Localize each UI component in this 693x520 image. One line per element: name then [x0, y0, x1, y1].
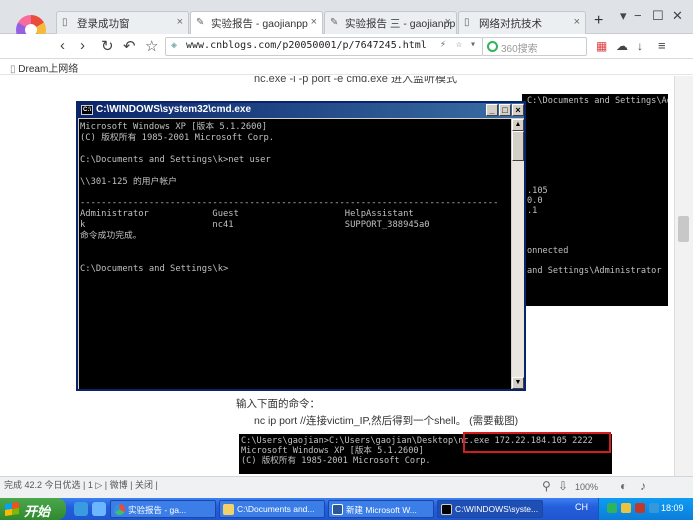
clock[interactable]: 18:09: [661, 503, 684, 513]
tab-report[interactable]: ✎ 实验报告 - gaojianpp ×: [190, 11, 323, 35]
page-icon: ▯: [464, 17, 470, 28]
bookmark-item[interactable]: Dream上网络: [18, 64, 78, 75]
close-icon[interactable]: ×: [574, 16, 580, 28]
tab-report-3[interactable]: ✎ 实验报告 三 - gaojianpp ×: [324, 11, 457, 34]
cmd-console-output[interactable]: Microsoft Windows XP [版本 5.1.2600] (C) 版…: [79, 119, 511, 389]
windows-logo-icon: [5, 502, 19, 516]
close-window-icon[interactable]: ✕: [672, 8, 683, 24]
menu-icon[interactable]: ▾: [620, 8, 627, 24]
system-tray: 18:09: [598, 498, 693, 520]
windows-taskbar: 开始 实验报告 - ga... C:\Documents and... 新建 M…: [0, 498, 693, 520]
minimize-icon[interactable]: −: [634, 8, 642, 23]
blog-icon: ✎: [330, 17, 339, 28]
tab-network[interactable]: ▯ 网络对抗技术 ×: [458, 11, 586, 34]
pin-icon[interactable]: ⚲: [542, 479, 551, 493]
search-placeholder: 360搜索: [501, 44, 538, 55]
language-indicator[interactable]: CH: [575, 502, 588, 512]
close-icon[interactable]: ×: [311, 16, 317, 28]
url-text: www.cnblogs.com/p20050001/p/7647245.html: [186, 40, 427, 51]
folder-icon: [223, 504, 234, 515]
new-tab-icon[interactable]: +: [594, 12, 603, 30]
zoom-level[interactable]: 100%: [575, 482, 598, 492]
network-tray-icon[interactable]: [607, 503, 617, 513]
star-icon[interactable]: ☆: [145, 37, 158, 55]
taskbar-button-folder[interactable]: C:\Documents and...: [219, 500, 325, 518]
sound-icon[interactable]: ◐: [620, 479, 627, 493]
search-engine-icon: [487, 41, 498, 52]
instruction-heading: 输入下面的命令：: [236, 398, 320, 410]
volume-tray-icon[interactable]: [649, 503, 659, 513]
maximize-icon[interactable]: ☐: [652, 8, 664, 24]
start-button[interactable]: 开始: [0, 498, 66, 520]
forward-icon[interactable]: ›: [80, 37, 85, 54]
apps-icon[interactable]: ▦: [596, 39, 607, 53]
taskbar-button-browser[interactable]: 实验报告 - ga...: [110, 500, 216, 518]
browser-taskbar-icon: [114, 504, 125, 515]
hamburger-menu-icon[interactable]: ≡: [658, 38, 666, 53]
taskbar-button-word[interactable]: 新建 Microsoft W...: [328, 500, 434, 518]
lightning-icon[interactable]: ⚡: [440, 39, 446, 50]
cmd-title-bar[interactable]: C:\ C:\WINDOWS\system32\cmd.exe _ □ ×: [78, 103, 524, 118]
cmd-scrollbar[interactable]: ▲ ▼: [512, 119, 524, 389]
close-icon[interactable]: ×: [177, 16, 183, 28]
download-status-icon[interactable]: ⇩: [558, 479, 568, 493]
shield-icon: ◈: [171, 40, 178, 51]
reload-icon[interactable]: ↻: [101, 37, 114, 55]
terminal-screenshot-top: C:\Documents and Settings\Administrator>…: [522, 94, 668, 306]
cmd-scroll-thumb[interactable]: [512, 131, 524, 161]
cmd-window[interactable]: C:\ C:\WINDOWS\system32\cmd.exe _ □ × Mi…: [76, 101, 526, 391]
taskbar-label: C:\Documents and...: [237, 504, 315, 514]
scrollbar-thumb[interactable]: [678, 216, 689, 242]
undo-icon[interactable]: ↶: [123, 37, 136, 55]
taskbar-button-cmd[interactable]: C:\WINDOWS\syste...: [437, 500, 543, 518]
blog-icon: ✎: [196, 17, 205, 28]
back-icon[interactable]: ‹: [60, 37, 65, 54]
speaker-icon[interactable]: ♪: [640, 479, 646, 493]
word-icon: [332, 504, 343, 515]
dropdown-icon[interactable]: ▾: [470, 39, 476, 50]
close-icon[interactable]: ×: [445, 16, 451, 28]
cmd-taskbar-icon: [441, 504, 452, 515]
page-icon: ▯: [62, 17, 68, 28]
search-input[interactable]: 360搜索: [482, 37, 587, 56]
ie-quicklaunch-icon[interactable]: [74, 502, 88, 516]
scroll-up-icon[interactable]: ▲: [512, 119, 524, 131]
page-scrollbar[interactable]: [674, 76, 693, 476]
close-button[interactable]: ×: [512, 104, 524, 116]
minimize-button[interactable]: _: [486, 104, 498, 116]
bookmark-bar: ▯ Dream上网络: [0, 59, 693, 75]
red-highlight-box: [463, 432, 611, 453]
bookmark-star-icon[interactable]: ☆: [456, 39, 462, 50]
antivirus-tray-icon[interactable]: [635, 503, 645, 513]
browser-status-bar: 完成 42.2 今日优选 | 1 ▷ | 微博 | 关闭 | ⚲ ⇩ 100% …: [0, 476, 693, 498]
taskbar-label: 新建 Microsoft W...: [346, 505, 417, 515]
download-icon[interactable]: ↓: [637, 39, 643, 53]
taskbar-label: C:\WINDOWS\syste...: [455, 504, 539, 514]
cmd-title: C:\WINDOWS\system32\cmd.exe: [96, 104, 252, 115]
desktop-quicklaunch-icon[interactable]: [92, 502, 106, 516]
instruction-connect: nc ip port //连接victim_IP,然后得到一个shell。 (需…: [254, 415, 519, 427]
security-tray-icon[interactable]: [621, 503, 631, 513]
tab-label: 登录成功窗: [77, 18, 130, 30]
status-left-text: 完成 42.2 今日优选 | 1 ▷ | 微博 | 关闭 |: [4, 480, 158, 490]
tab-label: 实验报告 - gaojianpp: [211, 18, 308, 30]
tab-login-success[interactable]: ▯ 登录成功窗 ×: [56, 11, 189, 34]
maximize-button[interactable]: □: [499, 104, 511, 116]
address-bar[interactable]: ◈ www.cnblogs.com/p20050001/p/7647245.ht…: [165, 37, 483, 56]
start-label: 开始: [24, 504, 51, 519]
tab-label: 网络对抗技术: [479, 18, 542, 30]
navigation-bar: ‹ › ↻ ↶ ☆ ◈ www.cnblogs.com/p20050001/p/…: [0, 34, 693, 59]
instruction-listen: nc.exe -l -p port -e cmd.exe 进入监听模式: [254, 76, 457, 85]
cloud-icon[interactable]: ☁: [616, 39, 628, 53]
tab-label: 实验报告 三 - gaojianpp: [345, 18, 456, 30]
cmd-icon: C:\: [81, 105, 93, 115]
taskbar-label: 实验报告 - ga...: [128, 505, 187, 515]
browser-tab-bar: ▯ 登录成功窗 × ✎ 实验报告 - gaojianpp × ✎ 实验报告 三 …: [0, 0, 693, 45]
scroll-down-icon[interactable]: ▼: [512, 377, 524, 389]
